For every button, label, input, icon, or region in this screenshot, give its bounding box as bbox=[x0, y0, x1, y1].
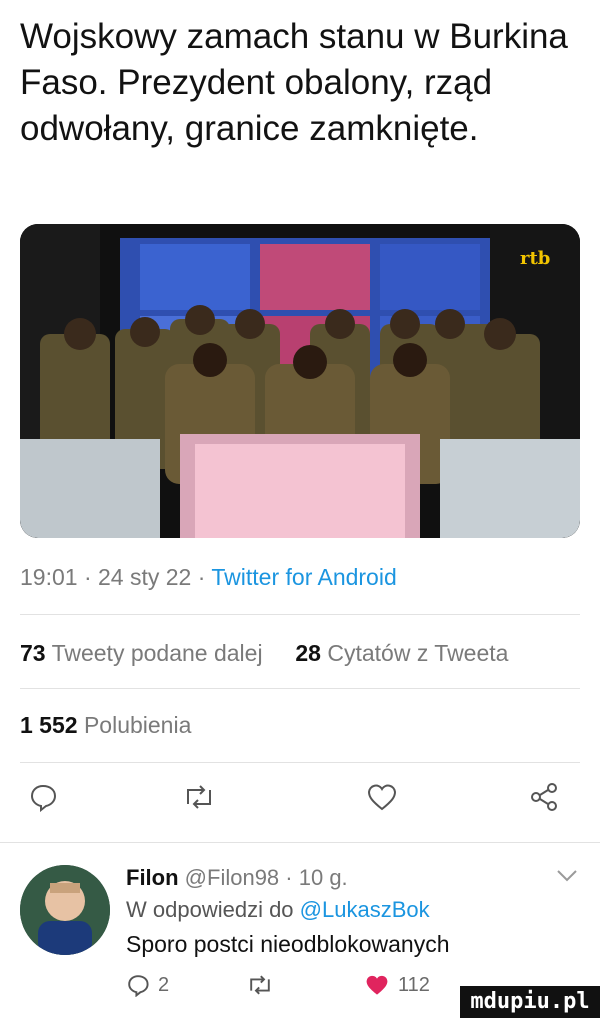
replying-to-link[interactable]: @LukaszBok bbox=[300, 897, 430, 922]
tv-logo: rtb bbox=[520, 248, 550, 269]
divider bbox=[20, 614, 580, 615]
heart-icon[interactable] bbox=[366, 782, 398, 817]
reply-author-handle[interactable]: @Filon98 bbox=[185, 865, 280, 890]
quotes-stat[interactable]: 28 Cytatów z Tweeta bbox=[295, 640, 508, 666]
tweet-client-link[interactable]: Twitter for Android bbox=[211, 564, 396, 590]
reply-like-button[interactable]: 112 bbox=[364, 973, 430, 997]
comment-icon bbox=[128, 975, 149, 997]
tweet-text: Wojskowy zamach stanu w Burkina Faso. Pr… bbox=[20, 17, 568, 148]
share-icon[interactable] bbox=[530, 782, 560, 817]
chevron-down-icon[interactable] bbox=[556, 869, 578, 883]
reply-text: Sporo postci nieodblokowanych bbox=[126, 931, 450, 957]
reply-time: 10 g. bbox=[298, 865, 348, 890]
retweet-icon[interactable] bbox=[182, 782, 216, 817]
tweet-time: 19:01 bbox=[20, 564, 78, 590]
reply-header: Filon @Filon98 · 10 g. bbox=[126, 865, 348, 890]
reply-retweet-button[interactable] bbox=[246, 973, 274, 997]
tweet-meta: 19:01 · 24 sty 22 · Twitter for Android bbox=[20, 564, 397, 590]
avatar[interactable] bbox=[20, 865, 110, 955]
divider bbox=[0, 842, 600, 843]
retweet-quote-stats: 73 Tweety podane dalej 28 Cytatów z Twee… bbox=[20, 640, 508, 667]
heart-icon bbox=[366, 975, 388, 995]
divider bbox=[20, 762, 580, 763]
reply-comment-button[interactable]: 2 bbox=[126, 973, 169, 997]
retweet-icon bbox=[250, 975, 270, 995]
reply-author-name[interactable]: Filon bbox=[126, 865, 179, 890]
comment-icon[interactable] bbox=[28, 782, 58, 817]
tweet-date: 24 sty 22 bbox=[98, 564, 192, 590]
divider bbox=[20, 688, 580, 689]
likes-stat[interactable]: 1 552 Polubienia bbox=[20, 712, 191, 739]
tweet-actions bbox=[20, 782, 580, 822]
tweet-media-image[interactable]: rtb bbox=[20, 224, 580, 538]
replying-to: W odpowiedzi do @LukaszBok bbox=[126, 897, 430, 922]
retweets-stat[interactable]: 73 Tweety podane dalej bbox=[20, 640, 263, 666]
site-watermark: mdupiu.pl bbox=[460, 986, 600, 1018]
